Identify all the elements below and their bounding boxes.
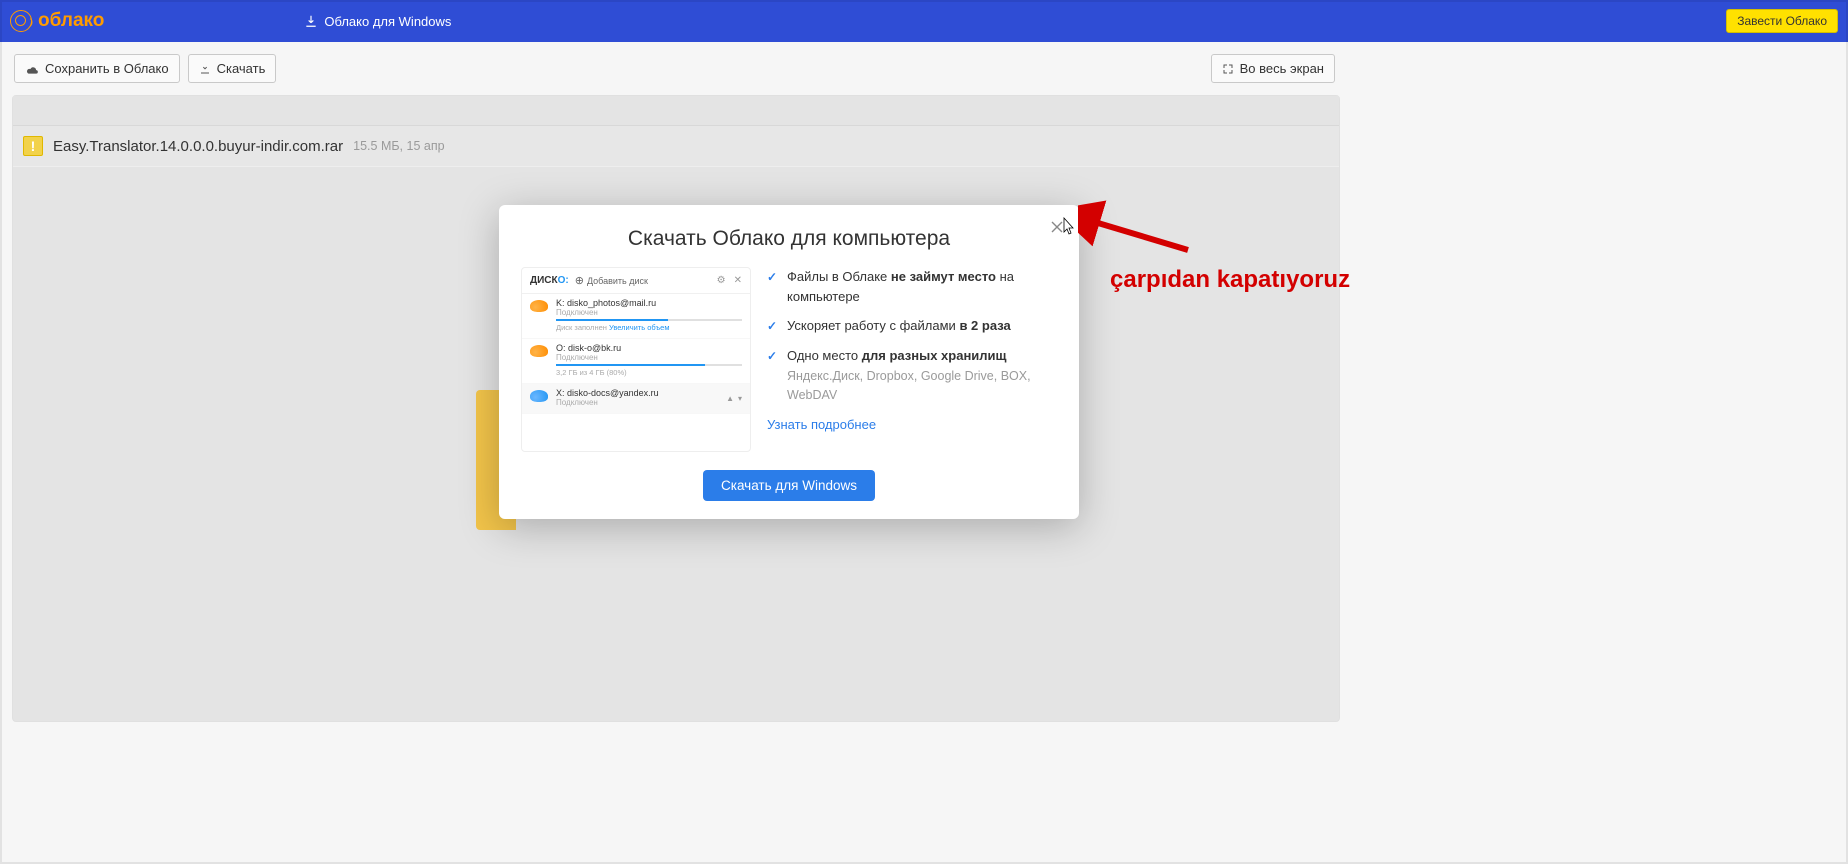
feature-item: Файлы в Облаке не займут место на компью… [767, 267, 1057, 306]
file-name: Easy.Translator.14.0.0.0.buyur-indir.com… [53, 138, 343, 155]
feature-item: Ускоряет работу с файлами в 2 раза [767, 316, 1057, 336]
logo-text: облако [38, 10, 104, 32]
cloud-for-windows-link[interactable]: Облако для Windows [304, 14, 451, 29]
signup-button[interactable]: Завести Облако [1726, 9, 1838, 33]
disko-item: O: disk-o@bk.ru Подключен 3,2 ГБ из 4 ГБ… [522, 339, 750, 384]
disko-logo: ДИСКО: [530, 275, 569, 286]
download-icon [304, 14, 318, 28]
disko-item: X: disko-docs@yandex.ru Подключен ▲▾ [522, 384, 750, 414]
feature-subtext: Яндекс.Диск, Dropbox, Google Drive, BOX,… [767, 367, 1057, 405]
fullscreen-button[interactable]: Во весь экран [1211, 54, 1335, 83]
cloud-blue-icon [530, 390, 548, 402]
file-row[interactable]: ! Easy.Translator.14.0.0.0.buyur-indir.c… [13, 126, 1339, 167]
close-icon [1051, 221, 1063, 233]
save-to-cloud-label: Сохранить в Облако [45, 61, 169, 76]
close-small-icon: ✕ [734, 275, 742, 286]
fullscreen-icon [1222, 63, 1234, 75]
logo-icon [10, 10, 32, 32]
file-meta: 15.5 МБ, 15 апр [353, 139, 444, 153]
learn-more-link[interactable]: Узнать подробнее [767, 417, 876, 432]
cloud-for-windows-label: Облако для Windows [324, 14, 451, 29]
eject-icon: ▲ [726, 394, 734, 403]
download-modal: Скачать Облако для компьютера ДИСКО: Доб… [499, 205, 1079, 519]
disko-preview-image: ДИСКО: Добавить диск ⚙ ✕ K: disko_photos… [521, 267, 751, 452]
download-button[interactable]: Скачать [188, 54, 277, 83]
download-label: Скачать [217, 61, 266, 76]
feature-item: Одно место для разных хранилищ [767, 346, 1057, 366]
disko-add-disk: Добавить диск [575, 274, 648, 287]
cloud-orange-icon [530, 345, 548, 357]
download-for-windows-button[interactable]: Скачать для Windows [703, 470, 875, 501]
save-to-cloud-button[interactable]: Сохранить в Облако [14, 54, 180, 83]
modal-close-button[interactable] [1047, 217, 1067, 237]
file-warning-icon: ! [23, 136, 43, 156]
cloud-orange-icon [530, 300, 548, 312]
modal-title: Скачать Облако для компьютера [499, 205, 1079, 267]
disko-item: K: disko_photos@mail.ru Подключен Диск з… [522, 294, 750, 339]
cloud-icon [25, 63, 39, 75]
chevron-down-icon: ▾ [738, 394, 742, 403]
download-small-icon [199, 63, 211, 75]
fullscreen-label: Во весь экран [1240, 61, 1324, 76]
gear-icon: ⚙ [717, 275, 726, 286]
annotation-text: çarpıdan kapatıyoruz [1110, 266, 1350, 294]
